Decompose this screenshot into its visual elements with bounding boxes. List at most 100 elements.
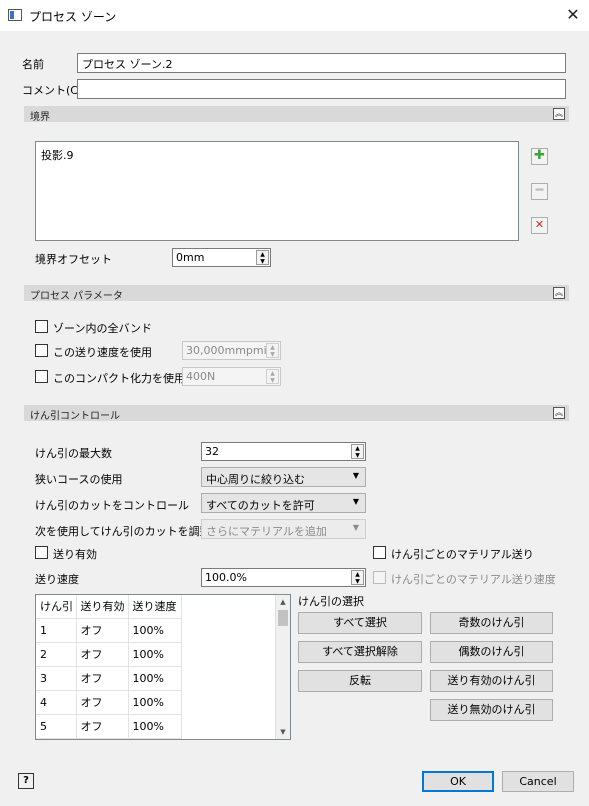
help-icon[interactable]: ? — [18, 773, 34, 789]
feed-rate-value: 100.0% — [205, 571, 247, 584]
table-cell[interactable]: オフ — [76, 666, 129, 691]
name-label: 名前 — [22, 58, 44, 71]
table-cell[interactable]: オフ — [76, 714, 129, 739]
spinner-arrows-icon[interactable]: ▲ ▼ — [351, 570, 364, 585]
process-params-section-title: プロセス パラメータ — [30, 291, 123, 302]
table-cell[interactable]: オフ — [76, 618, 129, 643]
use-compaction-label: このコンパクト化力を使用 — [53, 372, 185, 385]
cut-control-dropdown[interactable]: すべてのカットを許可 ▼ — [201, 493, 366, 513]
column-header-feed-rate[interactable]: 送り速度 — [128, 595, 182, 619]
scroll-thumb[interactable] — [278, 610, 288, 626]
table-row[interactable]: 1 オフ 100% — [36, 618, 182, 643]
cut-control-label: けん引のカットをコントロール — [35, 499, 189, 512]
spinner-arrows-icon[interactable]: ▲ ▼ — [256, 250, 269, 265]
boundary-offset-value: 0mm — [176, 251, 205, 264]
table-row[interactable]: 2 オフ 100% — [36, 642, 182, 667]
title-bar: プロセス ゾーン ✕ — [0, 0, 589, 31]
compaction-spinner[interactable]: 400N ▲ ▼ — [182, 367, 281, 386]
feed-disabled-tows-button[interactable]: 送り無効のけん引 — [430, 699, 553, 721]
column-header-feed-enabled[interactable]: 送り有効 — [76, 595, 129, 619]
boundary-section-title: 境界 — [30, 112, 50, 123]
tow-control-section-title: けん引コントロール — [30, 411, 120, 422]
table-cell[interactable]: 100% — [128, 714, 182, 739]
narrow-course-label: 狭いコースの使用 — [35, 473, 123, 486]
use-feed-checkbox[interactable] — [35, 344, 48, 357]
narrow-course-dropdown[interactable]: 中心周りに絞り込む ▼ — [201, 467, 366, 487]
table-cell: 3 — [36, 666, 77, 691]
max-tows-spinner[interactable]: 32 ▲ ▼ — [201, 442, 366, 461]
table-header-row: けん引 送り有効 送り速度 — [36, 595, 182, 619]
table-row[interactable]: 4 オフ 100% — [36, 690, 182, 715]
boundary-offset-label: 境界オフセット — [35, 253, 112, 266]
feed-enabled-checkbox[interactable] — [35, 546, 48, 559]
feed-spinner[interactable]: 30,000mmpmin ▲ ▼ — [182, 341, 281, 360]
tow-control-section-header[interactable]: けん引コントロール ︽ — [24, 405, 569, 422]
process-params-section-header[interactable]: プロセス パラメータ ︽ — [24, 285, 569, 302]
narrow-course-value: 中心周りに絞り込む — [206, 473, 305, 486]
boundary-offset-spinner[interactable]: 0mm ▲ ▼ — [172, 248, 271, 267]
feed-rate-spinner[interactable]: 100.0% ▲ ▼ — [201, 568, 366, 587]
feed-rate-label: 送り速度 — [35, 573, 79, 586]
column-header-tow[interactable]: けん引 — [36, 595, 77, 619]
comment-input[interactable] — [77, 79, 566, 99]
adjust-cut-label: 次を使用してけん引のカットを調整 — [35, 525, 211, 538]
collapse-icon[interactable]: ︽ — [553, 287, 565, 299]
table-cell[interactable]: オフ — [76, 690, 129, 715]
window-title: プロセス ゾーン — [29, 10, 117, 24]
feed-value: 30,000mmpmin — [186, 344, 274, 357]
chevron-down-icon: ▼ — [352, 497, 359, 506]
table-row[interactable]: 3 オフ 100% — [36, 666, 182, 691]
window-icon — [8, 9, 22, 21]
deselect-all-button[interactable]: すべて選択解除 — [298, 641, 422, 663]
even-tows-button[interactable]: 偶数のけん引 — [430, 641, 553, 663]
ok-button[interactable]: OK — [422, 771, 494, 792]
per-tow-material-label: けん引ごとのマテリアル送り — [391, 548, 534, 561]
tow-table[interactable]: けん引 送り有効 送り速度 1 オフ 100% 2 オフ 100% 3 オフ 1… — [35, 594, 291, 740]
per-tow-material-checkbox[interactable] — [373, 546, 386, 559]
comment-label: コメント(C) — [22, 84, 83, 97]
spinner-arrows-icon[interactable]: ▲ ▼ — [266, 343, 279, 358]
table-cell: 4 — [36, 690, 77, 715]
use-compaction-checkbox[interactable] — [35, 370, 48, 383]
table-cell: 1 — [36, 618, 77, 643]
boundary-list-item[interactable]: 投影.9 — [41, 147, 74, 163]
table-cell[interactable]: オフ — [76, 642, 129, 667]
table-cell: 5 — [36, 714, 77, 739]
close-button[interactable]: ✕ — [561, 4, 585, 26]
scroll-down-icon[interactable]: ▼ — [276, 725, 290, 739]
delete-icon[interactable]: ✕ — [531, 217, 548, 234]
table-cell[interactable]: 100% — [128, 666, 182, 691]
chevron-down-icon: ▼ — [352, 471, 359, 480]
adjust-cut-value: さらにマテリアルを追加 — [206, 525, 327, 538]
all-bands-checkbox[interactable] — [35, 320, 48, 333]
adjust-cut-dropdown[interactable]: さらにマテリアルを追加 ▼ — [201, 519, 366, 539]
cancel-button[interactable]: Cancel — [502, 771, 574, 792]
table-row[interactable]: 5 オフ 100% — [36, 714, 182, 739]
use-feed-label: この送り速度を使用 — [53, 346, 152, 359]
collapse-icon[interactable]: ︽ — [553, 407, 565, 419]
table-cell[interactable]: 100% — [128, 618, 182, 643]
name-input[interactable]: プロセス ゾーン.2 — [77, 53, 566, 73]
scroll-up-icon[interactable]: ▲ — [276, 595, 290, 609]
spinner-arrows-icon[interactable]: ▲ ▼ — [351, 444, 364, 459]
feed-enabled-tows-button[interactable]: 送り有効のけん引 — [430, 670, 553, 692]
odd-tows-button[interactable]: 奇数のけん引 — [430, 612, 553, 634]
max-tows-label: けん引の最大数 — [35, 447, 112, 460]
boundary-section-header[interactable]: 境界 ︽ — [24, 106, 569, 123]
collapse-icon[interactable]: ︽ — [553, 108, 565, 120]
chevron-down-icon: ▼ — [352, 523, 359, 532]
table-scrollbar[interactable]: ▲ ▼ — [275, 595, 290, 739]
tow-selection-title: けん引の選択 — [298, 595, 364, 608]
select-all-button[interactable]: すべて選択 — [298, 612, 422, 634]
invert-button[interactable]: 反転 — [298, 670, 422, 692]
table-cell: 2 — [36, 642, 77, 667]
per-tow-rate-checkbox[interactable] — [373, 571, 386, 584]
add-icon[interactable]: ✚ — [531, 148, 548, 165]
feed-enabled-label: 送り有効 — [53, 548, 97, 561]
cut-control-value: すべてのカットを許可 — [206, 499, 315, 512]
table-cell[interactable]: 100% — [128, 690, 182, 715]
boundary-list[interactable]: 投影.9 — [35, 141, 519, 241]
table-cell[interactable]: 100% — [128, 642, 182, 667]
remove-icon[interactable]: ━ — [531, 183, 548, 200]
spinner-arrows-icon[interactable]: ▲ ▼ — [266, 369, 279, 384]
